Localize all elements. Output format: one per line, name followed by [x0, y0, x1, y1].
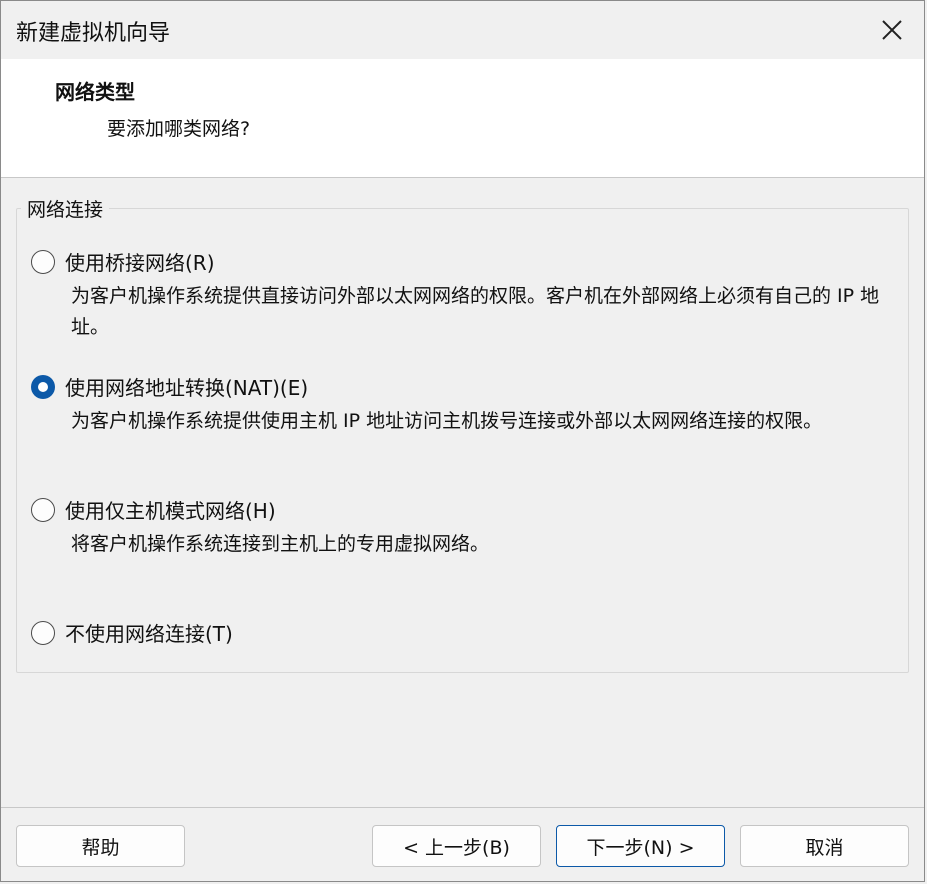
cancel-button[interactable]: 取消	[740, 825, 909, 867]
network-connection-group	[16, 208, 909, 673]
radio-host-only[interactable]	[31, 498, 55, 522]
page-subtitle: 要添加哪类网络?	[107, 118, 251, 140]
help-button[interactable]: 帮助	[16, 825, 185, 867]
close-button[interactable]	[860, 1, 924, 59]
option-bridged-description: 为客户机操作系统提供直接访问外部以太网网络的权限。客户机在外部网络上必须有自己的…	[71, 285, 880, 338]
option-host-only-label[interactable]: 使用仅主机模式网络(H)	[65, 495, 276, 524]
footer-divider	[1, 807, 924, 808]
radio-bridged[interactable]	[31, 250, 55, 274]
close-icon	[882, 20, 902, 40]
group-label: 网络连接	[21, 195, 110, 222]
radio-nat[interactable]	[31, 375, 55, 399]
back-button[interactable]: < 上一步(B)	[372, 825, 541, 867]
next-button[interactable]: 下一步(N) >	[556, 825, 725, 867]
option-no-network-label[interactable]: 不使用网络连接(T)	[65, 618, 233, 647]
option-nat-description: 为客户机操作系统提供使用主机 IP 地址访问主机拨号连接或外部以太网网络连接的权…	[71, 410, 823, 432]
option-bridged-label[interactable]: 使用桥接网络(R)	[65, 247, 215, 276]
option-host-only-description: 将客户机操作系统连接到主机上的专用虚拟网络。	[71, 533, 490, 555]
option-nat-label[interactable]: 使用网络地址转换(NAT)(E)	[65, 372, 308, 401]
title-bar: 新建虚拟机向导	[1, 1, 924, 59]
wizard-header: 网络类型 要添加哪类网络?	[1, 59, 924, 178]
radio-no-network[interactable]	[31, 621, 55, 645]
window-title: 新建虚拟机向导	[16, 21, 171, 46]
page-title: 网络类型	[55, 80, 135, 104]
wizard-window: 新建虚拟机向导 网络类型 要添加哪类网络? 网络连接 使用桥接网络(R) 为客户…	[0, 0, 925, 882]
